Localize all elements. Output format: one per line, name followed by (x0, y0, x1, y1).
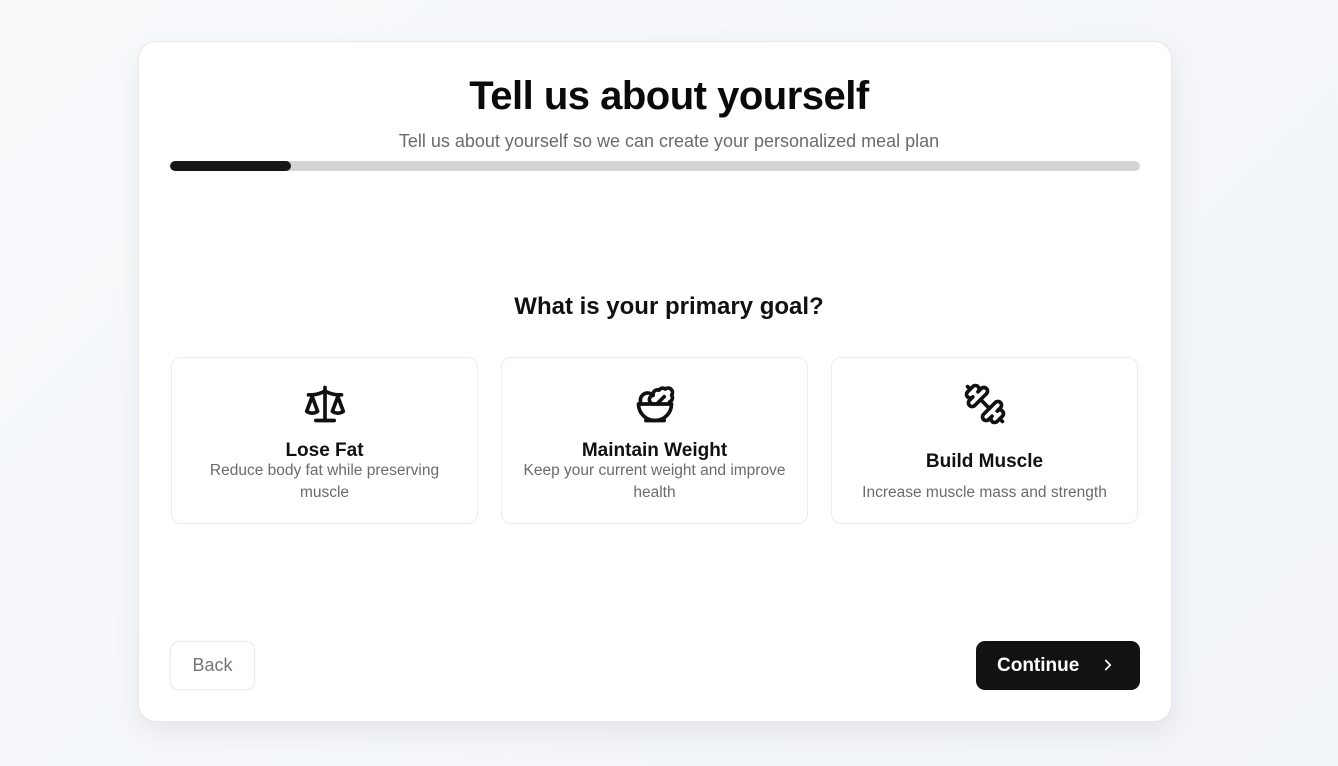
continue-button-label: Continue (997, 655, 1080, 676)
salad-bowl-icon (633, 382, 677, 426)
progress-bar (170, 161, 1140, 171)
goal-option-description: Reduce body fat while preserving muscle (209, 462, 440, 501)
back-button[interactable]: Back (170, 641, 255, 690)
goal-option-label: Maintain Weight (581, 440, 728, 461)
goal-option-description: Keep your current weight and improve hea… (523, 462, 786, 501)
chevron-right-icon (1104, 659, 1112, 671)
goal-option-label: Build Muscle (925, 451, 1044, 472)
page-title: Tell us about yourself (469, 74, 869, 118)
goal-option-label: Lose Fat (285, 440, 364, 461)
dumbbell-icon (963, 382, 1007, 426)
scale-icon (303, 382, 347, 426)
goal-option-maintain-weight[interactable]: Maintain Weight Keep your current weight… (501, 357, 808, 524)
page-subtitle: Tell us about yourself so we can create … (398, 131, 940, 151)
continue-button[interactable]: Continue (976, 641, 1140, 690)
goal-option-description: Increase muscle mass and strength (862, 484, 1107, 501)
goal-option-build-muscle[interactable]: Build Muscle Increase muscle mass and st… (831, 357, 1138, 524)
progress-bar-fill (170, 161, 292, 171)
goal-option-lose-fat[interactable]: Lose Fat Reduce body fat while preservin… (171, 357, 478, 524)
question-heading: What is your primary goal? (514, 293, 824, 320)
